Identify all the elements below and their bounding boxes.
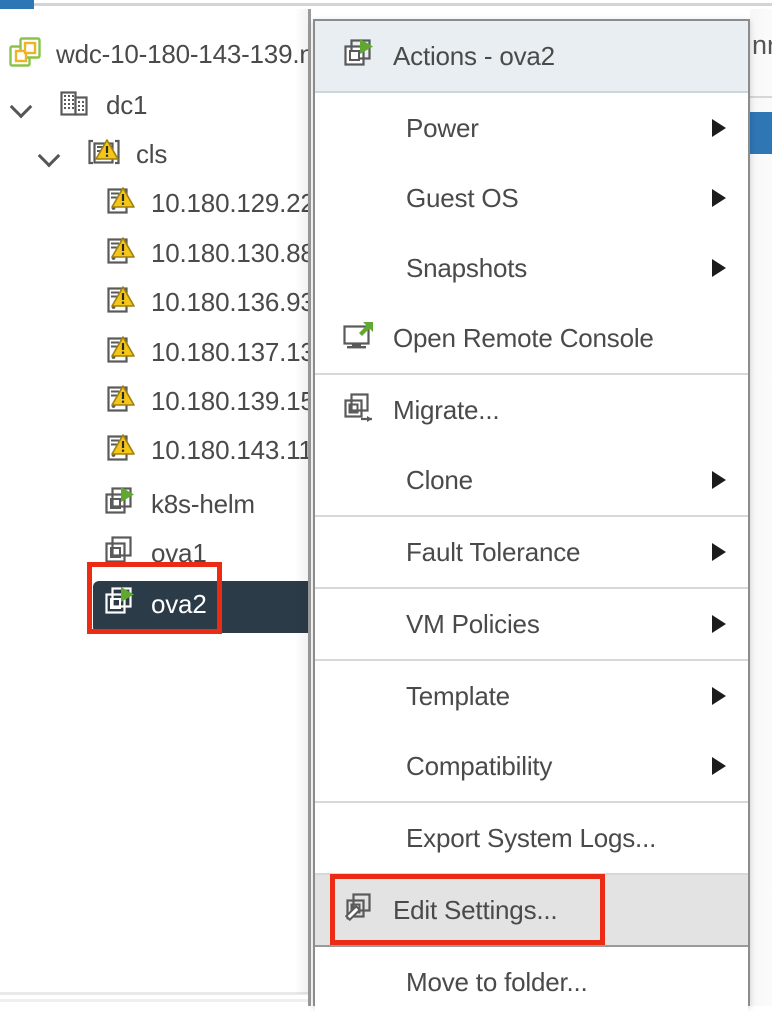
tab-active-indicator[interactable] bbox=[0, 0, 34, 9]
tree-panel-edge bbox=[308, 9, 311, 1006]
submenu-arrow-icon bbox=[712, 119, 726, 137]
host-warning-icon bbox=[103, 382, 137, 421]
inventory-tree-panel[interactable]: wdc-10-180-143-139.n dc1 cls 10.180.129.… bbox=[0, 9, 309, 994]
menu-item-clone[interactable]: Clone bbox=[315, 445, 748, 515]
tree-item-vm-k8s-helm[interactable]: k8s-helm bbox=[0, 481, 309, 527]
menu-item-label: Guest OS bbox=[406, 182, 519, 213]
tree-item-label: 10.180.136.93 bbox=[151, 286, 309, 317]
menu-item-vm-policies[interactable]: VM Policies bbox=[315, 589, 748, 659]
submenu-arrow-icon bbox=[712, 687, 726, 705]
tree-item-label: 10.180.143.112 bbox=[151, 434, 309, 465]
tree-item-host-10-180-137-13[interactable]: 10.180.137.13 bbox=[0, 329, 309, 375]
menu-item-edit-settings[interactable]: Edit Settings... bbox=[315, 875, 748, 945]
migrate-icon bbox=[342, 391, 376, 430]
menu-item-fault-tolerance[interactable]: Fault Tolerance bbox=[315, 517, 748, 587]
tree-item-label: ova1 bbox=[151, 537, 207, 568]
tab-strip bbox=[0, 0, 772, 9]
tree-item-label: 10.180.137.13 bbox=[151, 336, 309, 367]
tree-item-label: 10.180.130.88 bbox=[151, 237, 309, 268]
submenu-arrow-icon bbox=[712, 471, 726, 489]
tree-item-host-10-180-139-157[interactable]: 10.180.139.157 bbox=[0, 378, 309, 424]
submenu-arrow-icon bbox=[712, 543, 726, 561]
menu-item-label: Open Remote Console bbox=[393, 322, 654, 353]
tree-item-host-10-180-130-88[interactable]: 10.180.130.88 bbox=[0, 230, 309, 276]
chevron-down-icon[interactable] bbox=[8, 91, 36, 119]
tree-panel-bottom-rule-2 bbox=[0, 999, 308, 1002]
tree-item-datacenter-dc1[interactable]: dc1 bbox=[0, 82, 309, 128]
background-right-text: nn bbox=[752, 30, 772, 60]
vm-powered-on-icon bbox=[342, 37, 376, 76]
menu-item-export-system-logs[interactable]: Export System Logs... bbox=[315, 803, 748, 873]
host-warning-icon bbox=[103, 283, 137, 322]
menu-item-label: VM Policies bbox=[406, 608, 540, 639]
vm-powered-off-icon bbox=[103, 534, 137, 573]
tree-item-host-10-180-129-224[interactable]: 10.180.129.224 bbox=[0, 180, 309, 226]
host-warning-icon bbox=[103, 184, 137, 223]
background-primary-button[interactable] bbox=[750, 112, 772, 154]
tree-item-host-10-180-143-112[interactable]: 10.180.143.112 bbox=[0, 427, 309, 473]
cluster-warning-icon bbox=[86, 135, 122, 174]
tree-item-vcenter-root[interactable]: wdc-10-180-143-139.n bbox=[0, 31, 309, 77]
datacenter-icon bbox=[58, 86, 92, 125]
tree-item-label: ova2 bbox=[151, 588, 207, 619]
submenu-arrow-icon bbox=[712, 615, 726, 633]
menu-item-power[interactable]: Power bbox=[315, 93, 748, 163]
context-menu-header: Actions - ova2 bbox=[315, 21, 748, 93]
menu-item-label: Snapshots bbox=[406, 252, 528, 283]
menu-item-open-remote-console[interactable]: Open Remote Console bbox=[315, 303, 748, 373]
submenu-arrow-icon bbox=[712, 189, 726, 207]
background-right-divider bbox=[750, 96, 772, 98]
tree-item-label: cls bbox=[136, 138, 168, 169]
menu-item-label: Power bbox=[406, 112, 479, 143]
menu-item-label: Template bbox=[406, 680, 510, 711]
tree-item-vm-ova1[interactable]: ova1 bbox=[0, 530, 309, 576]
remote-console-icon bbox=[342, 319, 376, 358]
menu-item-label: Export System Logs... bbox=[406, 822, 657, 853]
submenu-arrow-icon bbox=[712, 259, 726, 277]
tab-strip-underline bbox=[0, 3, 772, 6]
vm-powered-on-icon bbox=[103, 485, 137, 524]
tree-item-cluster-cls[interactable]: cls bbox=[0, 131, 309, 177]
menu-item-label: Migrate... bbox=[393, 394, 500, 425]
vm-actions-context-menu[interactable]: Actions - ova2 Power Guest OS Snapshots Op… bbox=[313, 19, 750, 1017]
edit-settings-icon bbox=[342, 891, 376, 930]
tree-item-label: 10.180.139.157 bbox=[151, 385, 309, 416]
submenu-arrow-icon bbox=[712, 757, 726, 775]
menu-item-label: Move to folder... bbox=[406, 966, 588, 997]
vcenter-icon bbox=[8, 35, 42, 74]
vm-powered-on-icon bbox=[103, 585, 137, 624]
context-menu-title: Actions - ova2 bbox=[393, 40, 555, 71]
tree-item-label: 10.180.129.224 bbox=[151, 187, 309, 218]
tree-item-host-10-180-136-93[interactable]: 10.180.136.93 bbox=[0, 279, 309, 325]
tree-item-label: wdc-10-180-143-139.n bbox=[56, 38, 309, 69]
menu-item-snapshots[interactable]: Snapshots bbox=[315, 233, 748, 303]
host-warning-icon bbox=[103, 234, 137, 273]
menu-item-label: Clone bbox=[406, 464, 473, 495]
menu-item-template[interactable]: Template bbox=[315, 661, 748, 731]
menu-item-compatibility[interactable]: Compatibility bbox=[315, 731, 748, 801]
host-warning-icon bbox=[103, 431, 137, 470]
host-warning-icon bbox=[103, 333, 137, 372]
chevron-down-icon[interactable] bbox=[36, 140, 64, 168]
menu-item-label: Compatibility bbox=[406, 750, 553, 781]
menu-item-guest-os[interactable]: Guest OS bbox=[315, 163, 748, 233]
tree-item-vm-ova2[interactable]: ova2 bbox=[0, 581, 309, 627]
menu-item-label: Edit Settings... bbox=[393, 894, 558, 925]
tree-item-label: k8s-helm bbox=[151, 488, 255, 519]
menu-item-migrate[interactable]: Migrate... bbox=[315, 375, 748, 445]
tree-panel-bottom-rule bbox=[0, 992, 308, 995]
menu-item-label: Fault Tolerance bbox=[406, 536, 581, 567]
tree-item-label: dc1 bbox=[106, 89, 148, 120]
menu-item-move-to-folder[interactable]: Move to folder... bbox=[315, 947, 748, 1017]
